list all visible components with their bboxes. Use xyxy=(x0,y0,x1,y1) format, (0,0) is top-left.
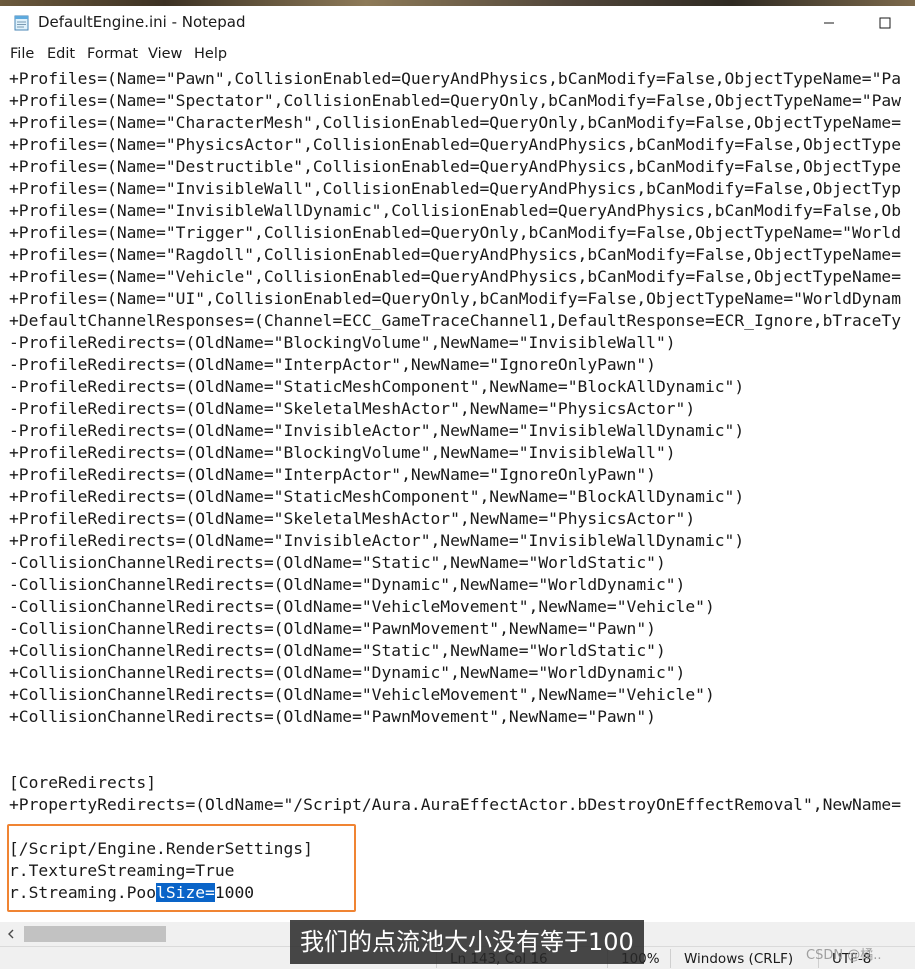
maximize-icon xyxy=(879,17,891,29)
text-line[interactable]: -CollisionChannelRedirects=(OldName="Paw… xyxy=(9,618,656,640)
text-line[interactable]: +DefaultChannelResponses=(Channel=ECC_Ga… xyxy=(9,310,901,332)
status-separator xyxy=(670,949,671,968)
menu-edit[interactable]: Edit xyxy=(47,46,75,62)
menu-format[interactable]: Format xyxy=(87,46,138,62)
window-title: DefaultEngine.ini - Notepad xyxy=(38,13,246,31)
video-subtitle: 我们的点流池大小没有等于100 xyxy=(290,920,644,964)
text-line[interactable]: +CollisionChannelRedirects=(OldName="Sta… xyxy=(9,640,666,662)
text-line[interactable]: +Profiles=(Name="UI",CollisionEnabled=Qu… xyxy=(9,288,901,310)
text-line[interactable]: +Profiles=(Name="Vehicle",CollisionEnabl… xyxy=(9,266,901,288)
text-line[interactable]: +Profiles=(Name="Spectator",CollisionEna… xyxy=(9,90,901,112)
title-bar[interactable]: DefaultEngine.ini - Notepad xyxy=(0,6,915,40)
text-line[interactable]: -ProfileRedirects=(OldName="SkeletalMesh… xyxy=(9,398,695,420)
text-line[interactable]: +ProfileRedirects=(OldName="InterpActor"… xyxy=(9,464,656,486)
text-line[interactable]: -ProfileRedirects=(OldName="InterpActor"… xyxy=(9,354,656,376)
menu-help[interactable]: Help xyxy=(194,46,227,62)
menu-view[interactable]: View xyxy=(148,46,182,62)
menu-file[interactable]: File xyxy=(10,46,34,62)
text-line[interactable]: +ProfileRedirects=(OldName="InvisibleAct… xyxy=(9,530,744,552)
text-editor[interactable]: +Profiles=(Name="Pawn",CollisionEnabled=… xyxy=(0,68,915,922)
minimize-button[interactable] xyxy=(806,6,852,40)
text-line[interactable]: +CollisionChannelRedirects=(OldName="Veh… xyxy=(9,684,715,706)
text-line[interactable]: -ProfileRedirects=(OldName="InvisibleAct… xyxy=(9,420,744,442)
line-ending: Windows (CRLF) xyxy=(684,951,794,967)
highlight-annotation-box xyxy=(7,824,356,912)
text-line[interactable]: +CollisionChannelRedirects=(OldName="Paw… xyxy=(9,706,656,728)
menu-bar: File Edit Format View Help xyxy=(0,40,915,68)
text-line[interactable]: +Profiles=(Name="Destructible",Collision… xyxy=(9,156,901,178)
text-line[interactable]: -ProfileRedirects=(OldName="BlockingVolu… xyxy=(9,332,676,354)
scrollbar-thumb[interactable] xyxy=(24,926,166,942)
text-line[interactable]: +ProfileRedirects=(OldName="BlockingVolu… xyxy=(9,442,676,464)
text-line[interactable]: -ProfileRedirects=(OldName="StaticMeshCo… xyxy=(9,376,744,398)
notepad-app-icon xyxy=(14,15,29,31)
minimize-icon xyxy=(824,22,834,24)
text-line[interactable]: +Profiles=(Name="Pawn",CollisionEnabled=… xyxy=(9,68,901,90)
scroll-left-button[interactable] xyxy=(4,926,18,942)
text-line[interactable]: +Profiles=(Name="InvisibleWall",Collisio… xyxy=(9,178,901,200)
text-line[interactable]: +Profiles=(Name="Trigger",CollisionEnabl… xyxy=(9,222,901,244)
watermark: CSDN @橘.. xyxy=(806,948,882,963)
text-line[interactable]: +PropertyRedirects=(OldName="/Script/Aur… xyxy=(9,794,901,816)
text-line[interactable]: +Profiles=(Name="CharacterMesh",Collisio… xyxy=(9,112,901,134)
text-line[interactable]: -CollisionChannelRedirects=(OldName="Sta… xyxy=(9,552,666,574)
text-line[interactable]: -CollisionChannelRedirects=(OldName="Dyn… xyxy=(9,574,685,596)
text-line[interactable]: +ProfileRedirects=(OldName="SkeletalMesh… xyxy=(9,508,695,530)
text-line[interactable]: +ProfileRedirects=(OldName="StaticMeshCo… xyxy=(9,486,744,508)
text-line[interactable]: +Profiles=(Name="PhysicsActor",Collision… xyxy=(9,134,901,156)
text-line[interactable]: +Profiles=(Name="Ragdoll",CollisionEnabl… xyxy=(9,244,901,266)
text-line[interactable]: -CollisionChannelRedirects=(OldName="Veh… xyxy=(9,596,715,618)
text-line[interactable]: [CoreRedirects] xyxy=(9,772,156,794)
text-line[interactable]: +CollisionChannelRedirects=(OldName="Dyn… xyxy=(9,662,685,684)
text-line[interactable]: +Profiles=(Name="InvisibleWallDynamic",C… xyxy=(9,200,901,222)
maximize-button[interactable] xyxy=(862,6,908,40)
chevron-left-icon xyxy=(8,929,14,939)
